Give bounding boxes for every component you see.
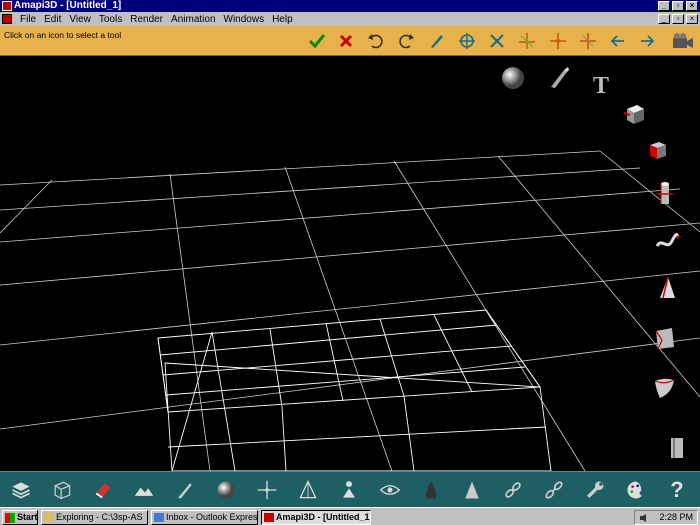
menu-tools[interactable]: Tools (95, 14, 126, 25)
palette-icon[interactable] (623, 477, 649, 503)
redo-icon[interactable] (396, 31, 416, 51)
box-outline-icon[interactable] (49, 477, 75, 503)
cylinder-icon[interactable] (652, 181, 678, 207)
app-icon[interactable] (2, 1, 12, 11)
grid-canvas (0, 150, 700, 471)
windows-flag-icon (5, 513, 15, 523)
axis-icon[interactable] (517, 31, 537, 51)
target-icon[interactable] (457, 31, 477, 51)
menu-edit[interactable]: Edit (40, 14, 65, 25)
arrow-left-icon[interactable] (608, 31, 628, 51)
brush-icon[interactable] (546, 65, 572, 91)
system-tray: 2:28 PM (634, 510, 698, 525)
toolbar: Click on an icon to select a tool (0, 26, 700, 56)
help-icon[interactable]: ? (664, 477, 690, 503)
shape-icon[interactable] (418, 477, 444, 503)
eraser-icon[interactable] (90, 477, 116, 503)
doc-close-button[interactable]: × (686, 14, 698, 24)
cube-icon[interactable] (622, 101, 648, 127)
wrench-icon[interactable] (582, 477, 608, 503)
task-label: Inbox - Outlook Express (166, 512, 258, 522)
folder-icon (44, 513, 54, 522)
doc-minimize-button[interactable]: _ (658, 14, 670, 24)
menu-animation[interactable]: Animation (167, 14, 219, 25)
menu-help[interactable]: Help (268, 14, 297, 25)
undo-icon[interactable] (366, 31, 386, 51)
layers-icon[interactable] (8, 477, 34, 503)
document-controls: _ ▫ × (658, 13, 698, 24)
axis-alt-icon[interactable] (578, 31, 598, 51)
pen-tool-icon[interactable] (172, 477, 198, 503)
menu-windows[interactable]: Windows (220, 14, 269, 25)
menu-bar: File Edit View Tools Render Animation Wi… (0, 12, 700, 26)
cone-icon[interactable] (654, 275, 680, 301)
window-controls: _ ▫ × (658, 0, 698, 11)
document-icon[interactable] (2, 14, 12, 24)
camera-icon[interactable] (670, 31, 696, 51)
curve-icon[interactable] (654, 229, 680, 255)
3d-viewport[interactable]: T (0, 57, 700, 471)
menu-view[interactable]: View (65, 14, 95, 25)
vertex-icon[interactable] (295, 477, 321, 503)
title-bar: Amapi3D - [Untitled_1] _ ▫ × (0, 0, 700, 12)
surface-icon[interactable] (652, 325, 678, 351)
book-icon[interactable] (664, 435, 690, 461)
arrow-right-icon[interactable] (637, 31, 657, 51)
task-outlook[interactable]: Inbox - Outlook Express (151, 510, 258, 525)
sphere-tool-icon[interactable] (213, 477, 239, 503)
doc-restore-button[interactable]: ▫ (672, 14, 684, 24)
scale-icon[interactable] (487, 31, 507, 51)
task-exploring[interactable]: Exploring - C:\3sp-AS (41, 510, 148, 525)
task-label: Exploring - C:\3sp-AS (56, 512, 143, 522)
close-button[interactable]: × (686, 1, 698, 11)
chain-icon[interactable] (500, 477, 526, 503)
box-icon[interactable] (644, 137, 670, 163)
pen-icon[interactable] (427, 31, 447, 51)
menu-render[interactable]: Render (126, 14, 167, 25)
status-text: Click on an icon to select a tool (4, 30, 122, 40)
speaker-icon[interactable] (639, 513, 649, 523)
snap-icon[interactable] (254, 477, 280, 503)
task-amapi3d[interactable]: Amapi3D - [Untitled_1] (261, 510, 371, 525)
person-icon[interactable] (336, 477, 362, 503)
terrain-icon[interactable] (131, 477, 157, 503)
amapi-icon (264, 513, 274, 522)
start-label: Start (17, 512, 38, 522)
clock: 2:28 PM (659, 512, 693, 522)
cross-icon[interactable] (336, 31, 356, 51)
check-icon[interactable] (307, 31, 327, 51)
sphere-icon[interactable] (500, 65, 526, 91)
window-title: Amapi3D - [Untitled_1] (14, 0, 122, 11)
ground-grid (0, 150, 700, 471)
restore-button[interactable]: ▫ (672, 1, 684, 11)
chain-alt-icon[interactable] (541, 477, 567, 503)
inbox-icon (154, 513, 164, 522)
wireframe-box (157, 309, 552, 471)
taskbar: Start Exploring - C:\3sp-AS Inbox - Outl… (0, 507, 700, 525)
primitive-toolbar: ? (0, 471, 700, 507)
minimize-button[interactable]: _ (658, 1, 670, 11)
patch-icon[interactable] (652, 375, 678, 401)
task-label: Amapi3D - [Untitled_1] (276, 512, 371, 522)
menu-file[interactable]: File (16, 14, 40, 25)
cone-tool-icon[interactable] (459, 477, 485, 503)
start-button[interactable]: Start (2, 510, 38, 525)
axis-cross-icon[interactable] (548, 31, 568, 51)
eye-icon[interactable] (377, 477, 403, 503)
text-icon[interactable]: T (588, 73, 614, 99)
